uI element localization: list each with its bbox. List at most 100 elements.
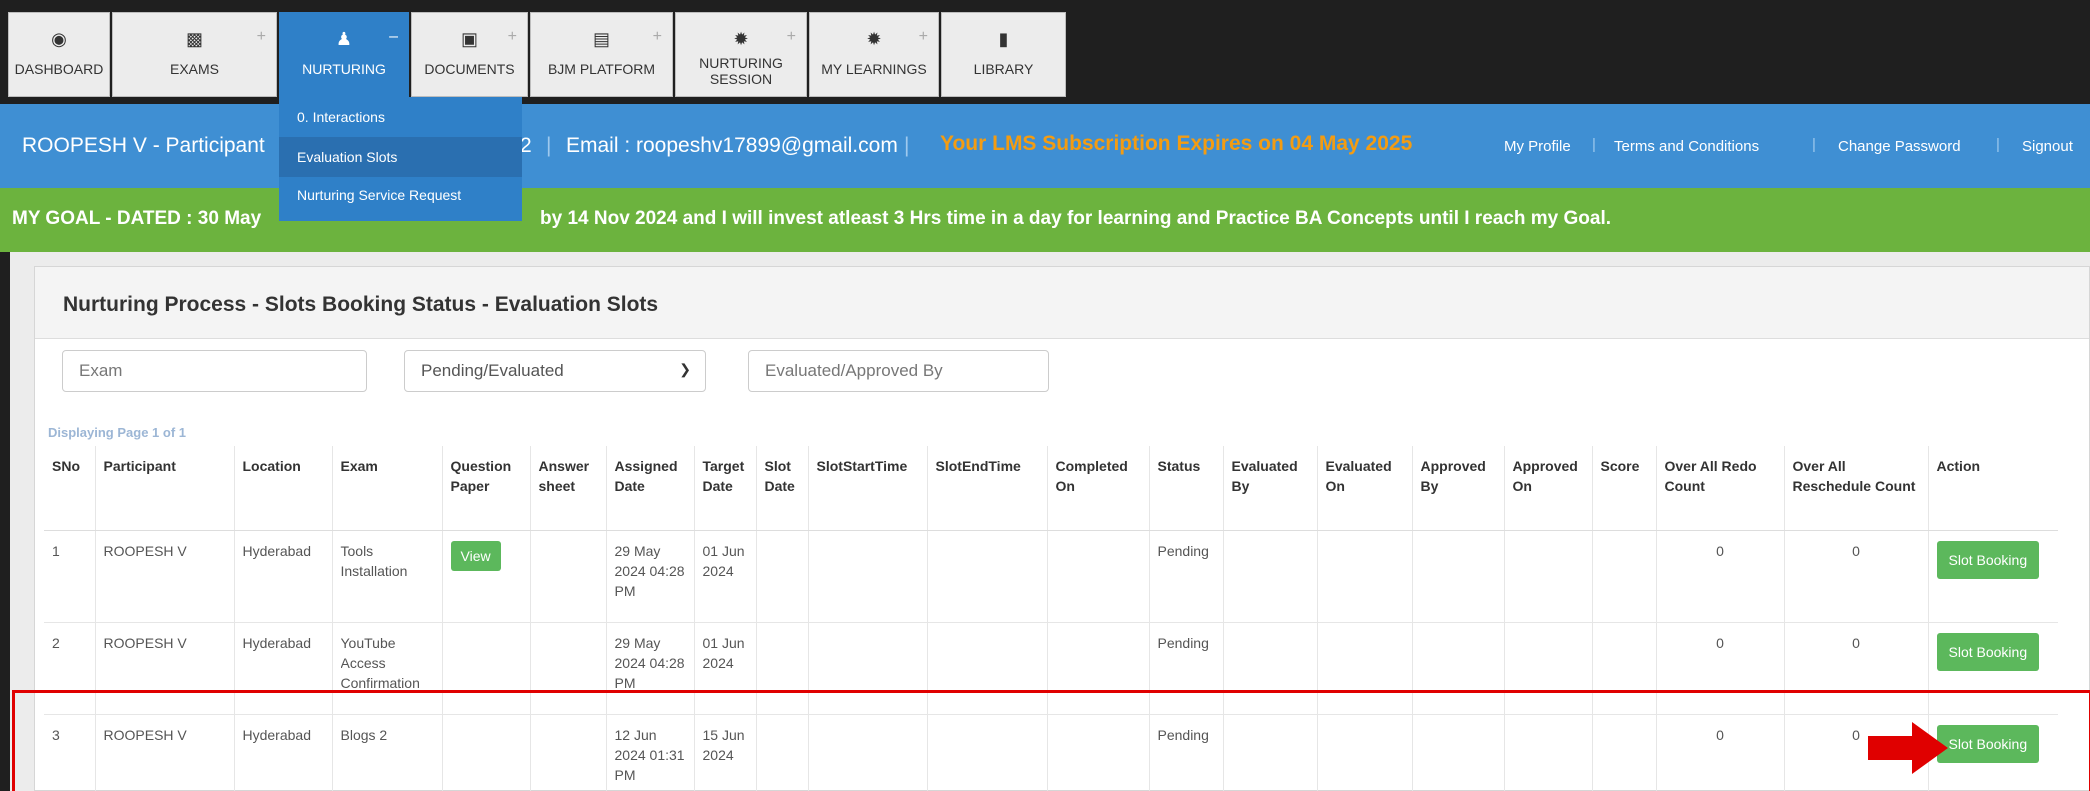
cell-question-paper: View bbox=[442, 529, 531, 622]
tab-label: NURTURING SESSION bbox=[699, 55, 783, 87]
tab-exams[interactable]: ▩ + EXAMS bbox=[112, 12, 277, 97]
separator: | bbox=[546, 134, 552, 157]
subscription-expiry: Your LMS Subscription Expires on 04 May … bbox=[940, 132, 1413, 155]
cell-slot-start bbox=[808, 529, 928, 622]
tab-label: EXAMS bbox=[169, 61, 219, 77]
tab-label: BJM PLATFORM bbox=[547, 61, 656, 77]
col-score: Score bbox=[1592, 446, 1657, 531]
cell-approved-by bbox=[1412, 529, 1505, 622]
chevron-down-icon: ❯ bbox=[679, 361, 691, 377]
col-status: Status bbox=[1149, 446, 1224, 531]
col-sno: SNo bbox=[44, 446, 96, 531]
menu-item-evaluation-slots[interactable]: Evaluation Slots bbox=[279, 137, 522, 177]
cell-status: Pending bbox=[1149, 529, 1224, 622]
col-redo-count: Over All Redo Count bbox=[1656, 446, 1785, 531]
panel-header: Nurturing Process - Slots Booking Status… bbox=[35, 267, 2089, 339]
cell-reschedule-count: 0 bbox=[1784, 529, 1929, 622]
expand-icon[interactable]: + bbox=[653, 29, 662, 45]
slot-booking-button[interactable]: Slot Booking bbox=[1936, 540, 2040, 579]
menu-item-interactions[interactable]: 0. Interactions bbox=[279, 97, 522, 137]
col-approved-on: Approved On bbox=[1504, 446, 1593, 531]
tab-dashboard[interactable]: ◉ DASHBOARD bbox=[8, 12, 110, 97]
tab-documents[interactable]: ▣ + DOCUMENTS bbox=[411, 12, 528, 97]
terms-link[interactable]: Terms and Conditions bbox=[1614, 138, 1759, 155]
cell-slot-date bbox=[756, 529, 809, 622]
col-slot-date: Slot Date bbox=[756, 446, 809, 531]
cell-redo-count: 0 bbox=[1656, 529, 1785, 622]
cell-sno: 1 bbox=[44, 529, 96, 622]
my-profile-link[interactable]: My Profile bbox=[1504, 138, 1571, 155]
col-participant: Participant bbox=[95, 446, 235, 531]
tab-label: DASHBOARD bbox=[14, 61, 104, 77]
expand-icon[interactable]: + bbox=[919, 29, 928, 45]
col-approved-by: Approved By bbox=[1412, 446, 1505, 531]
tab-library[interactable]: ▮ LIBRARY bbox=[941, 12, 1066, 97]
exam-name: YouTube Access Confirmation bbox=[340, 634, 420, 691]
arrow-right-icon bbox=[1868, 722, 1948, 774]
col-location: Location bbox=[234, 446, 333, 531]
view-question-paper-button[interactable]: View bbox=[450, 540, 501, 571]
collapse-icon[interactable]: – bbox=[389, 29, 398, 45]
expand-icon[interactable]: + bbox=[257, 29, 266, 45]
cell-action: Slot Booking bbox=[1928, 529, 2058, 622]
participant-email: Email : roopeshv17899@gmail.com bbox=[566, 134, 898, 157]
page-title: Nurturing Process - Slots Booking Status… bbox=[63, 293, 659, 316]
dashboard-icon: ◉ bbox=[51, 29, 67, 49]
separator: | bbox=[1812, 136, 1816, 153]
cell-evaluated-on bbox=[1317, 529, 1413, 622]
status-filter-select[interactable]: Pending/Evaluated ❯ bbox=[404, 350, 706, 392]
tab-my-learnings[interactable]: ✹ + MY LEARNINGS bbox=[809, 12, 939, 97]
cell-target-date: 01 Jun 2024 bbox=[694, 529, 757, 622]
menu-item-service-request[interactable]: Nurturing Service Request bbox=[279, 177, 522, 221]
expand-icon[interactable]: + bbox=[508, 29, 517, 45]
evaluated-by-filter-input[interactable]: Evaluated/Approved By bbox=[748, 350, 1049, 392]
tab-nurturing-session[interactable]: ✹ + NURTURING SESSION bbox=[675, 12, 807, 97]
separator: | bbox=[904, 134, 910, 157]
col-target-date: Target Date bbox=[694, 446, 757, 531]
cell-participant: ROOPESH V bbox=[95, 529, 235, 622]
table-header-row: SNo Participant Location Exam Question P… bbox=[44, 446, 2058, 531]
page-info: Displaying Page 1 of 1 bbox=[48, 425, 186, 440]
slot-booking-button[interactable]: Slot Booking bbox=[1936, 632, 2040, 671]
col-slot-start-time: SlotStartTime bbox=[808, 446, 928, 531]
col-question-paper: Question Paper bbox=[442, 446, 531, 531]
col-assigned-date: Assigned Date bbox=[606, 446, 695, 531]
server-icon: ▤ bbox=[592, 29, 610, 49]
exam-filter-input[interactable]: Exam bbox=[62, 350, 367, 392]
book-icon: ▮ bbox=[998, 29, 1009, 49]
tab-label: MY LEARNINGS bbox=[821, 61, 927, 77]
cell-exam: Tools Installation bbox=[332, 529, 443, 622]
goal-date: MY GOAL - DATED : 30 May bbox=[12, 208, 262, 229]
table-row: 1 ROOPESH V Hyderabad Tools Installation… bbox=[44, 529, 2058, 622]
col-evaluated-by: Evaluated By bbox=[1223, 446, 1318, 531]
tab-nurturing[interactable]: ♟ – NURTURING bbox=[279, 12, 409, 97]
separator: | bbox=[1592, 136, 1596, 153]
signout-link[interactable]: Signout bbox=[2022, 138, 2073, 155]
col-answer-sheet: Answer sheet bbox=[530, 446, 607, 531]
col-slot-end-time: SlotEndTime bbox=[927, 446, 1048, 531]
status-filter-value: Pending/Evaluated bbox=[421, 361, 564, 380]
tab-bjm-platform[interactable]: ▤ + BJM PLATFORM bbox=[530, 12, 673, 97]
cell-assigned-date: 29 May 2024 04:28 PM bbox=[606, 529, 695, 622]
separator: | bbox=[1996, 136, 2000, 153]
col-reschedule-count: Over All Reschedule Count bbox=[1784, 446, 1929, 531]
cell-completed-on bbox=[1047, 529, 1150, 622]
participant-name: ROOPESH V - Participant bbox=[22, 134, 265, 157]
cell-approved-on bbox=[1504, 529, 1593, 622]
nurturing-dropdown: 0. Interactions Evaluation Slots Nurturi… bbox=[279, 97, 522, 221]
goal-text: by 14 Nov 2024 and I will invest atleast… bbox=[540, 208, 1612, 229]
col-action: Action bbox=[1928, 446, 2058, 531]
bar-chart-icon: ▩ bbox=[185, 29, 203, 49]
cell-slot-end bbox=[927, 529, 1048, 622]
tab-label: DOCUMENTS bbox=[424, 61, 515, 77]
cell-evaluated-by bbox=[1223, 529, 1318, 622]
expand-icon[interactable]: + bbox=[787, 29, 796, 45]
cell-score bbox=[1592, 529, 1657, 622]
top-nav: ◉ DASHBOARD ▩ + EXAMS ♟ – NURTURING ▣ + … bbox=[0, 0, 2090, 100]
tab-label: NURTURING bbox=[302, 61, 386, 77]
col-exam: Exam bbox=[332, 446, 443, 531]
change-password-link[interactable]: Change Password bbox=[1838, 138, 1961, 155]
col-evaluated-on: Evaluated On bbox=[1317, 446, 1413, 531]
cell-location: Hyderabad bbox=[234, 529, 333, 622]
col-completed-on: Completed On bbox=[1047, 446, 1150, 531]
